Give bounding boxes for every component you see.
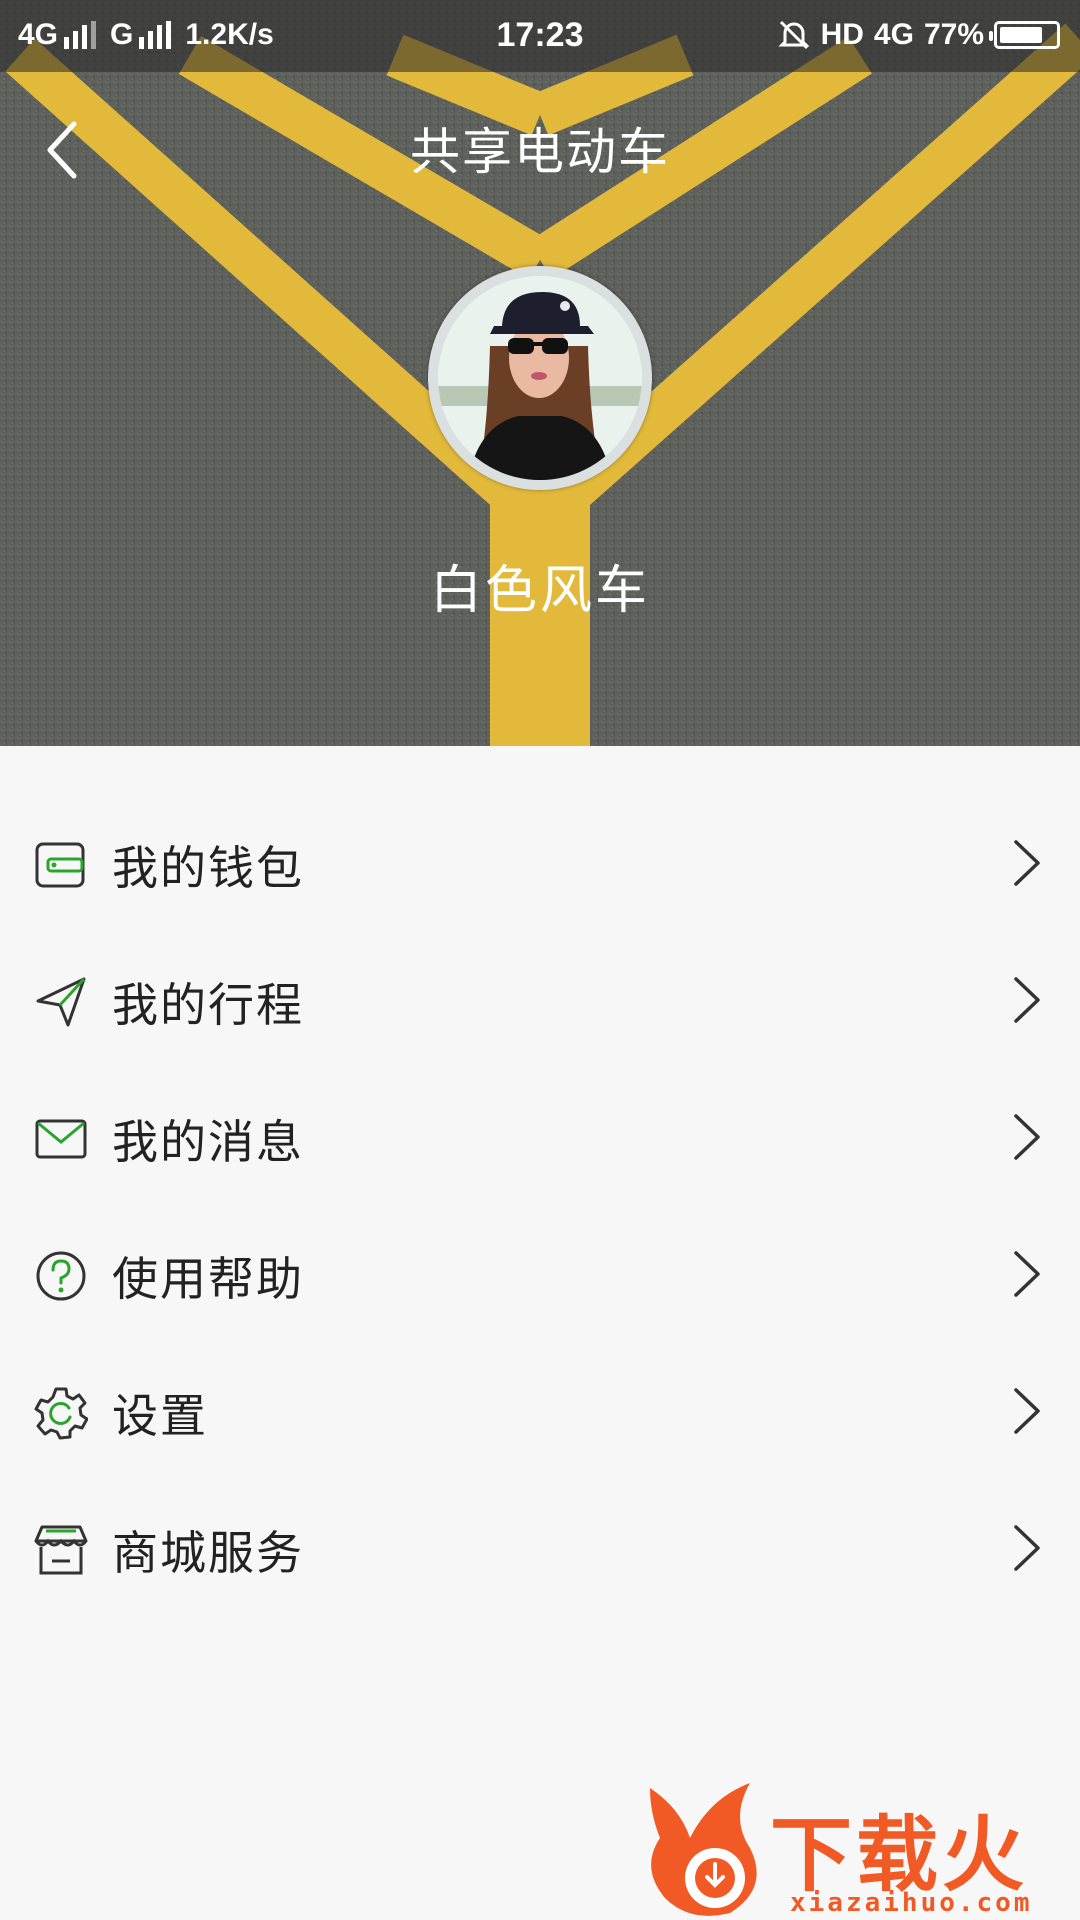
chevron-right-icon [1014, 840, 1040, 886]
battery-percent: 77% [923, 18, 984, 51]
battery-icon [989, 21, 1060, 49]
gear-icon [34, 1387, 88, 1440]
menu-item-label: 我的消息 [112, 1115, 304, 1169]
flame-logo-icon [650, 1783, 757, 1916]
menu-item-help[interactable]: 使用帮助 [0, 1205, 1080, 1342]
menu-item-label: 我的钱包 [112, 841, 304, 895]
wallet-icon [35, 842, 85, 888]
chevron-right-icon [1014, 1251, 1040, 1297]
network-type-3: 4G [873, 18, 914, 51]
avatar-photo [438, 276, 642, 480]
menu-item-label: 设置 [112, 1389, 208, 1443]
menu-item-trips[interactable]: 我的行程 [0, 931, 1080, 1068]
avatar[interactable] [428, 266, 652, 490]
paper-plane-icon [36, 977, 86, 1027]
menu-item-settings[interactable]: 设置 [0, 1342, 1080, 1479]
mute-bell-icon [777, 20, 810, 50]
chevron-right-icon [1014, 977, 1040, 1023]
store-icon [34, 1525, 88, 1575]
profile-menu: 我的钱包 我的行程 我的消息 使用帮助 设置 商城服务 [0, 794, 1080, 1616]
chevron-right-icon [1014, 1525, 1040, 1571]
page-title: 共享电动车 [410, 123, 670, 181]
status-bar: 4G G 1.2K/s 17:23 HD 4G 77% [0, 0, 1080, 72]
chevron-right-icon [1014, 1388, 1040, 1434]
profile-header: 4G G 1.2K/s 17:23 HD 4G 77% 共享电动车 白色风车 [0, 0, 1080, 746]
menu-item-label: 我的行程 [112, 978, 304, 1032]
menu-item-wallet[interactable]: 我的钱包 [0, 794, 1080, 931]
hd-indicator: HD [820, 18, 864, 51]
watermark-url: xiazaihuo.com [790, 1888, 1033, 1918]
menu-item-store[interactable]: 商城服务 [0, 1479, 1080, 1616]
menu-item-messages[interactable]: 我的消息 [0, 1068, 1080, 1205]
menu-item-label: 商城服务 [112, 1526, 304, 1580]
envelope-icon [35, 1119, 87, 1159]
username: 白色风车 [429, 561, 650, 621]
watermark-logo: 下载火 xiazaihuo.com [640, 1778, 1080, 1920]
question-icon [36, 1251, 86, 1301]
menu-item-label: 使用帮助 [112, 1252, 304, 1306]
chevron-right-icon [1014, 1114, 1040, 1160]
